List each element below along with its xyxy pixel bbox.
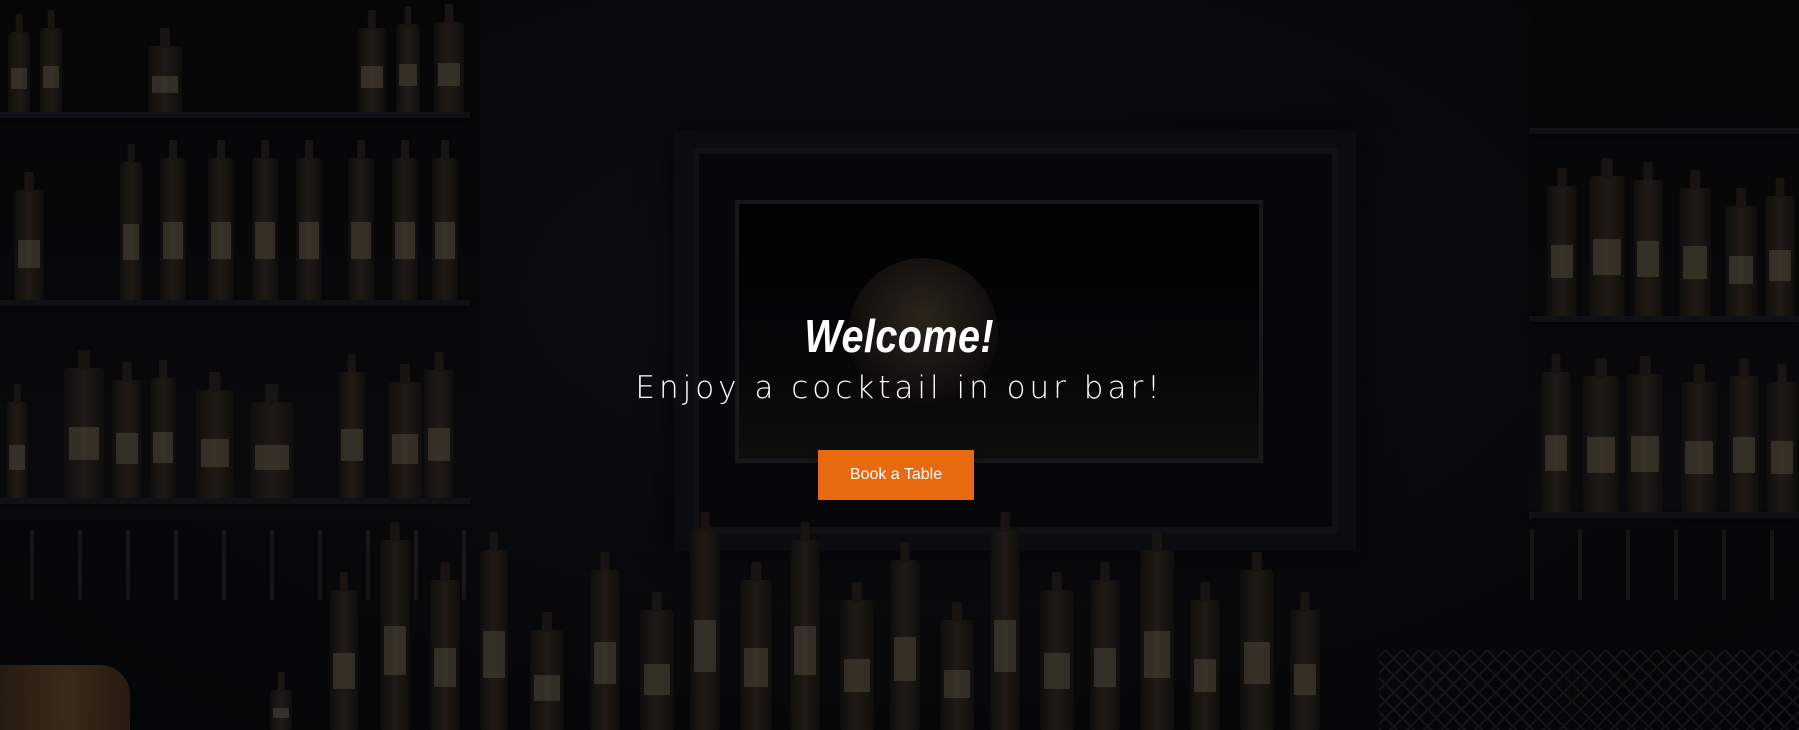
hero-content: Welcome! Enjoy a cocktail in our bar! [0, 306, 1799, 410]
hero-title: Welcome! [804, 310, 995, 362]
hero-subtitle: Enjoy a cocktail in our bar! [635, 370, 1164, 406]
hero-section: Welcome! Enjoy a cocktail in our bar! Bo… [0, 0, 1799, 730]
book-table-button[interactable]: Book a Table [818, 450, 974, 500]
